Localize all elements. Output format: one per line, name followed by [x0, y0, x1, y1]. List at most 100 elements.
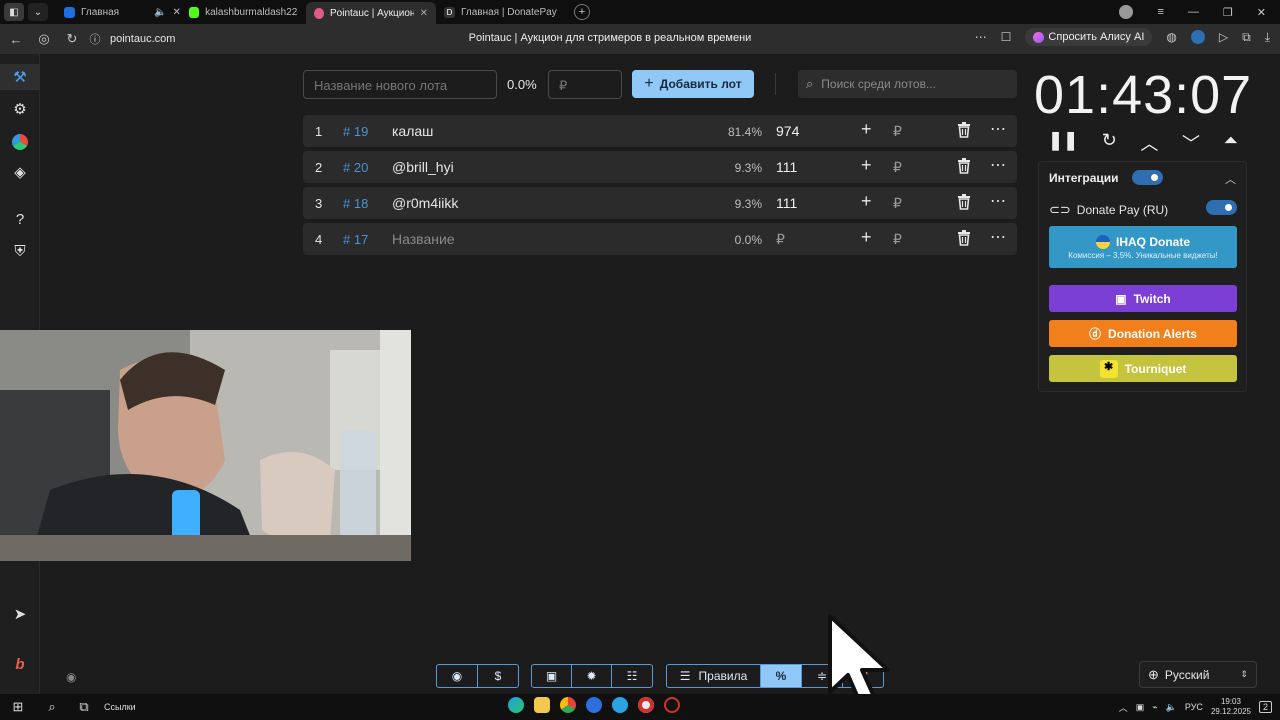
browser-menu-icon[interactable]: ≡: [1157, 6, 1163, 18]
task-view-icon[interactable]: ⧉: [72, 697, 96, 717]
shield-check-icon[interactable]: ⛨: [10, 241, 30, 261]
lot-add-icon[interactable]: +: [861, 227, 872, 248]
site-info-icon[interactable]: ⓘ: [86, 31, 104, 47]
lot-add-icon[interactable]: +: [861, 155, 872, 176]
reset-icon[interactable]: ↻: [1102, 130, 1117, 152]
explorer-icon[interactable]: [534, 697, 550, 713]
language-select[interactable]: ⊕ Русский ⇕: [1139, 661, 1257, 688]
url-field[interactable]: pointauc.com: [110, 33, 175, 45]
tray-app-icon[interactable]: ▣: [1136, 702, 1145, 713]
layers-icon[interactable]: ◈: [10, 162, 30, 182]
rules-button[interactable]: ☰ Правила: [667, 665, 761, 687]
lot-title[interactable]: @brill_hyi: [392, 159, 454, 175]
more-icon[interactable]: ⋯: [990, 227, 1007, 247]
telegram-app-icon[interactable]: [612, 697, 628, 713]
tabs-dropdown-icon[interactable]: ⌄: [28, 3, 48, 21]
lot-currency[interactable]: ₽: [893, 195, 902, 212]
restore-icon[interactable]: ❐: [1223, 6, 1233, 19]
tab-pointauc[interactable]: Pointauc | Аукцион для ✕: [306, 2, 436, 24]
search-icon[interactable]: ⌕: [40, 697, 64, 717]
volume-icon[interactable]: 🔈: [1166, 702, 1177, 713]
minimize-icon[interactable]: —: [1188, 6, 1199, 18]
add-lot-button[interactable]: + Добавить лот: [632, 70, 754, 98]
boosty-icon[interactable]: b: [10, 654, 30, 674]
bug-icon[interactable]: ✹: [572, 665, 612, 687]
save-icon[interactable]: ▣: [532, 665, 572, 687]
pause-icon[interactable]: ❚❚: [1048, 130, 1078, 152]
telegram-icon[interactable]: ➤: [10, 604, 30, 624]
collapse-chevron-icon[interactable]: ︿: [1225, 171, 1236, 187]
lot-sum[interactable]: 111: [776, 159, 797, 175]
translate-icon[interactable]: ◍: [1166, 30, 1176, 44]
keyboard-language[interactable]: РУС: [1185, 702, 1203, 712]
trash-icon[interactable]: [957, 230, 971, 249]
new-tab-button[interactable]: +: [574, 4, 590, 20]
trash-icon[interactable]: [957, 122, 971, 141]
reload-icon[interactable]: ↻: [58, 31, 86, 47]
network-icon[interactable]: ⌁: [1152, 702, 1157, 713]
new-lot-name-input[interactable]: Название нового лота: [303, 70, 497, 99]
links-label[interactable]: Ссылки: [104, 702, 136, 712]
more-icon[interactable]: ⋯: [990, 191, 1007, 211]
protect-icon[interactable]: ◎: [30, 31, 58, 47]
percent-toggle[interactable]: %: [761, 665, 802, 687]
clear-list-icon[interactable]: ☷: [612, 665, 652, 687]
profile-avatar[interactable]: [1119, 5, 1134, 19]
integrations-toggle[interactable]: [1132, 170, 1163, 185]
tab-home[interactable]: Главная: [56, 2, 146, 22]
chrome-icon[interactable]: [560, 697, 576, 713]
lot-sum[interactable]: ₽: [776, 231, 785, 248]
double-chevron-up-icon[interactable]: ⏶: [1224, 130, 1238, 152]
clock[interactable]: 19:03 29.12.2025: [1211, 697, 1251, 717]
lot-title[interactable]: @r0m4iikk: [392, 195, 458, 211]
github-icon[interactable]: ◉: [437, 665, 478, 687]
eye-icon[interactable]: ◉: [66, 670, 76, 684]
help-icon[interactable]: ?: [10, 209, 30, 229]
collections-icon[interactable]: ⧉: [1242, 30, 1251, 45]
more-icon[interactable]: ⋯: [975, 30, 987, 44]
lot-search-input[interactable]: ⌕ Поиск среди лотов...: [798, 70, 1017, 98]
more-icon[interactable]: ⋯: [990, 155, 1007, 175]
twitch-button[interactable]: ▣ Twitch: [1049, 285, 1237, 312]
tourniquet-button[interactable]: ✱ Tourniquet: [1049, 355, 1237, 382]
edge-icon[interactable]: [508, 697, 524, 713]
close-tab-icon[interactable]: ✕: [420, 8, 428, 19]
tab-kick-stream[interactable]: 🔈 ✕ kalashburmaldash228 Stre: [146, 2, 306, 22]
downloads-icon[interactable]: ⤓: [1265, 30, 1270, 45]
lot-title[interactable]: калаш: [392, 123, 433, 139]
donate-dollar-icon[interactable]: $: [478, 665, 518, 687]
lot-currency[interactable]: ₽: [893, 123, 902, 140]
browser-menu-button[interactable]: ◧: [4, 3, 24, 21]
lot-sum[interactable]: 111: [776, 195, 797, 211]
windows-start-icon[interactable]: ⊞: [6, 697, 30, 717]
donatepay-toggle[interactable]: [1206, 200, 1237, 215]
chevron-down-icon[interactable]: ﹀: [1182, 130, 1200, 154]
auction-hammer-icon[interactable]: ⚒: [0, 64, 40, 90]
close-tab-icon[interactable]: ✕: [172, 7, 180, 18]
lot-currency[interactable]: ₽: [893, 159, 902, 176]
trash-icon[interactable]: [957, 158, 971, 177]
chevron-up-icon[interactable]: ︿: [1140, 130, 1158, 154]
lot-currency[interactable]: ₽: [893, 231, 902, 248]
settings-gear-icon[interactable]: ⚙: [10, 99, 30, 119]
extension-icon[interactable]: [1190, 30, 1205, 44]
ask-alice-button[interactable]: Спросить Алису AI: [1025, 28, 1153, 46]
ihaq-donate-button[interactable]: IHAQ Donate Комиссия – 3,5%. Уникальные …: [1049, 226, 1237, 268]
yandex-browser-icon[interactable]: [638, 697, 654, 713]
lot-add-icon[interactable]: +: [861, 191, 872, 212]
lot-sum[interactable]: 974: [776, 123, 799, 139]
notifications-icon[interactable]: 2: [1258, 701, 1272, 713]
more-icon[interactable]: ⋯: [990, 119, 1007, 139]
tab-donatepay[interactable]: D Главная | DonatePay: [436, 2, 566, 22]
wheel-chart-icon[interactable]: [10, 132, 30, 152]
back-icon[interactable]: ←: [2, 32, 30, 47]
lot-title[interactable]: Название: [392, 231, 455, 247]
media-icon[interactable]: ▷: [1219, 30, 1228, 44]
lot-add-icon[interactable]: +: [861, 119, 872, 140]
close-window-icon[interactable]: ✕: [1257, 6, 1266, 19]
new-lot-amount-input[interactable]: ₽: [548, 70, 622, 99]
obs-icon[interactable]: [664, 697, 680, 713]
bookmark-icon[interactable]: ☐: [1001, 30, 1012, 44]
trash-icon[interactable]: [957, 194, 971, 213]
tray-expand-icon[interactable]: ︿: [1119, 701, 1128, 714]
